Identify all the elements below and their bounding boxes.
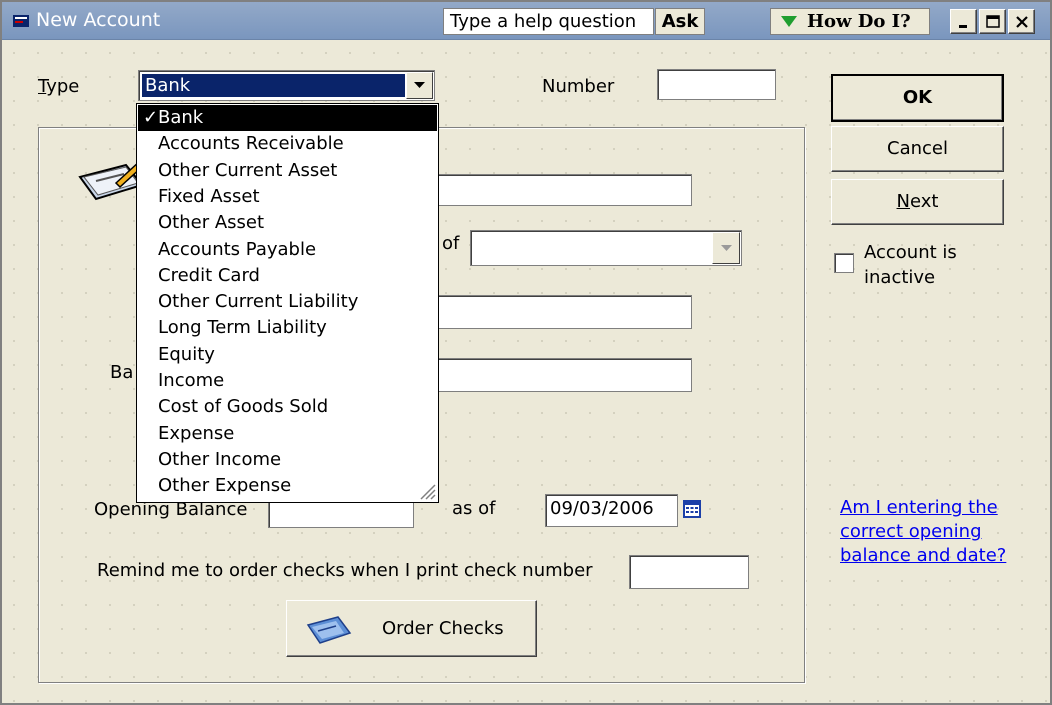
dropdown-option[interactable]: Income	[138, 368, 437, 394]
dropdown-option[interactable]: Accounts Receivable	[138, 131, 437, 157]
dropdown-option[interactable]: Other Expense	[138, 473, 437, 499]
dropdown-option-label: Accounts Payable	[158, 238, 317, 260]
dropdown-option[interactable]: Other Current Asset	[138, 158, 437, 184]
help-question-input[interactable]: Type a help question	[443, 8, 654, 35]
resize-grip-icon[interactable]	[418, 482, 436, 500]
dropdown-option-label: Accounts Receivable	[158, 133, 344, 155]
inactive-label-1: Account is	[864, 242, 957, 263]
new-account-window: New Account Type a help question Ask How…	[0, 0, 1052, 705]
description-field[interactable]	[417, 295, 692, 329]
maximize-button[interactable]	[979, 9, 1006, 34]
dropdown-option[interactable]: ✓ Bank	[138, 105, 437, 131]
dropdown-option[interactable]: Other Current Liability	[138, 289, 437, 315]
type-label: Type	[38, 76, 80, 97]
inactive-label-2: inactive	[864, 267, 936, 288]
account-name-field[interactable]	[417, 174, 692, 206]
subaccount-select[interactable]	[470, 230, 742, 266]
as-of-date-field[interactable]: 09/03/2006	[545, 494, 678, 527]
triangle-down-icon	[781, 16, 797, 27]
bank-account-number-field[interactable]	[417, 358, 692, 392]
dropdown-option-label: Other Current Asset	[158, 159, 338, 181]
dropdown-option-label: Equity	[158, 343, 215, 365]
dropdown-option[interactable]: Other Income	[138, 447, 437, 473]
opening-balance-help-link[interactable]: Am I entering the correct opening balanc…	[840, 496, 1006, 568]
close-button[interactable]	[1008, 9, 1035, 34]
minimize-button[interactable]	[950, 9, 977, 34]
next-label: Next	[896, 191, 939, 212]
dropdown-option[interactable]: Other Asset	[138, 210, 437, 236]
calendar-icon[interactable]	[678, 496, 706, 522]
dropdown-option[interactable]: Credit Card	[138, 263, 437, 289]
remind-checks-label: Remind me to order checks when I print c…	[97, 560, 593, 581]
close-icon	[1016, 16, 1028, 28]
checks-icon	[306, 616, 352, 644]
dropdown-option-label: Expense	[158, 422, 235, 444]
dropdown-option-label: Other Income	[158, 448, 282, 470]
subaccount-of-label: of	[442, 233, 460, 254]
minimize-icon	[959, 25, 967, 28]
dropdown-option-label: Long Term Liability	[158, 317, 327, 339]
dropdown-option-label: Fixed Asset	[158, 185, 260, 207]
bank-acct-no-label: Ba	[110, 362, 134, 383]
checkmark-icon: ✓	[143, 107, 159, 128]
cancel-button[interactable]: Cancel	[831, 126, 1004, 172]
dropdown-option-label: Credit Card	[158, 264, 260, 286]
dropdown-option[interactable]: Expense	[138, 421, 437, 447]
maximize-icon	[986, 15, 1000, 28]
order-checks-label: Order Checks	[382, 618, 504, 639]
dropdown-option[interactable]: Fixed Asset	[138, 184, 437, 210]
check-number-field[interactable]	[629, 555, 749, 589]
as-of-label: as of	[452, 498, 496, 519]
account-number-field[interactable]	[657, 69, 776, 100]
window-title: New Account	[36, 9, 161, 31]
ok-button[interactable]: OK	[831, 74, 1004, 122]
dropdown-option[interactable]: Cost of Goods Sold	[138, 394, 437, 420]
dropdown-option-label: Other Current Liability	[158, 291, 359, 313]
account-type-value: Bank	[142, 74, 405, 97]
account-type-dropdown-list[interactable]: Other Expense Other Income Expense Cost of …	[136, 103, 439, 503]
order-checks-button[interactable]: Order Checks	[286, 600, 537, 657]
dialog-body: Type Bank Number of Ba Opening Balance a…	[2, 41, 1050, 703]
dropdown-option-label: Other Asset	[158, 212, 265, 234]
account-type-select[interactable]: Bank	[138, 70, 435, 101]
dropdown-option[interactable]: Accounts Payable	[138, 237, 437, 263]
dropdown-option[interactable]: Long Term Liability	[138, 315, 437, 341]
how-do-i-button[interactable]: How Do I?	[770, 8, 930, 35]
next-button[interactable]: Next	[831, 179, 1004, 225]
number-label: Number	[542, 76, 615, 97]
chevron-down-icon	[721, 245, 732, 251]
account-icon	[13, 15, 29, 27]
account-type-dropdown-button[interactable]	[406, 72, 433, 99]
dropdown-option[interactable]: Equity	[138, 342, 437, 368]
ask-button[interactable]: Ask	[655, 8, 705, 35]
dropdown-option-label: Cost of Goods Sold	[158, 396, 329, 418]
how-do-i-label: How Do I?	[807, 11, 911, 32]
chevron-down-icon	[414, 82, 425, 88]
title-bar[interactable]: New Account Type a help question Ask How…	[2, 2, 1050, 40]
account-inactive-checkbox[interactable]	[834, 253, 854, 273]
subaccount-dropdown-button[interactable]	[712, 232, 740, 264]
dropdown-option-label: Other Expense	[158, 475, 292, 497]
dropdown-option-label: Bank	[158, 107, 204, 128]
dropdown-option-label: Income	[158, 370, 225, 391]
